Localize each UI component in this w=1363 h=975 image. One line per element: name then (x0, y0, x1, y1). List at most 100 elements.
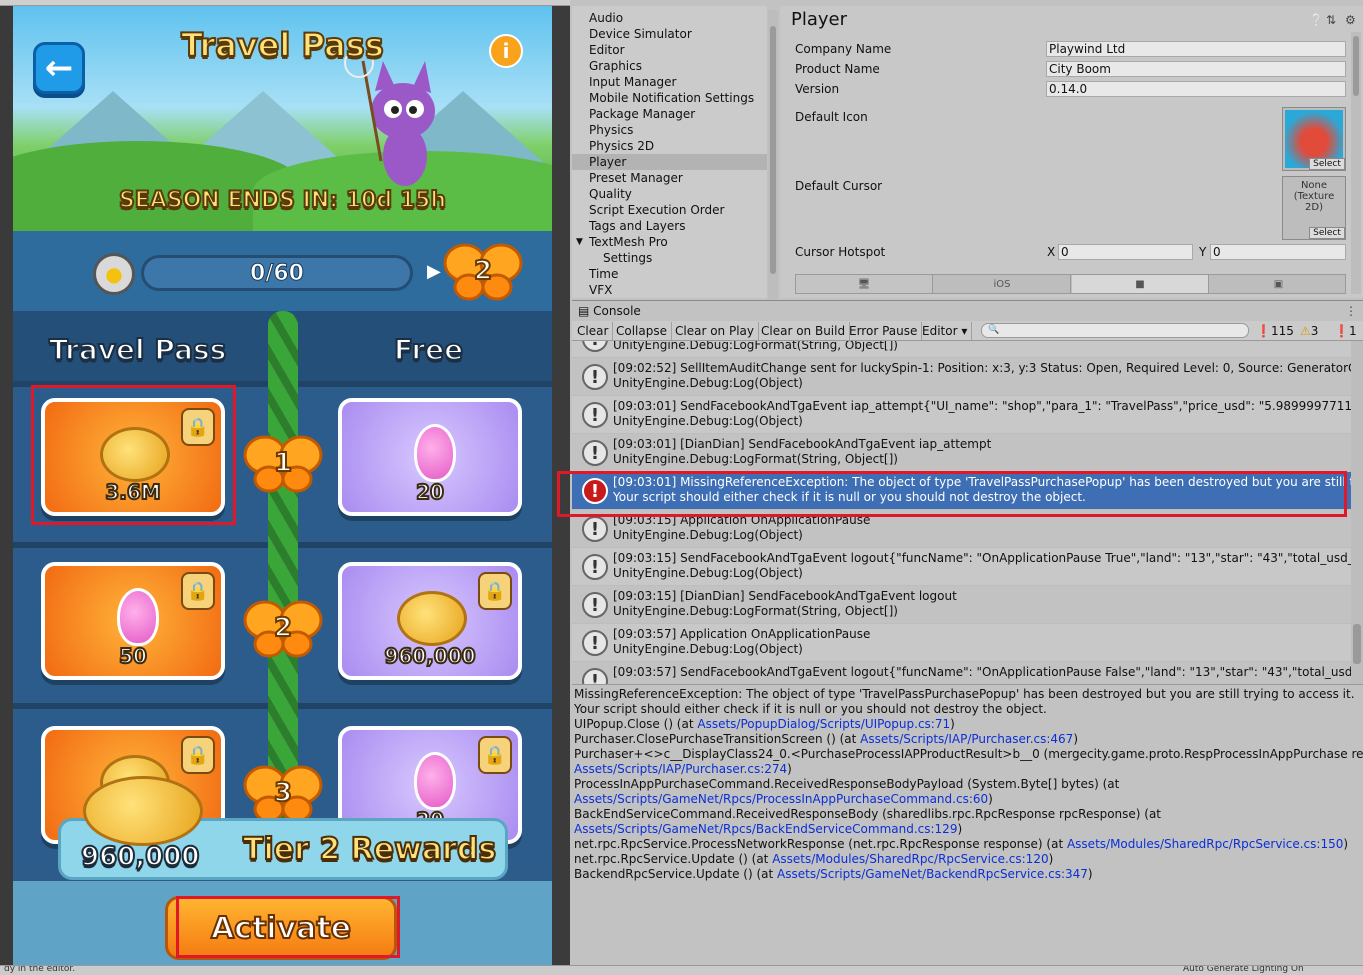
settings-item-time[interactable]: Time (589, 266, 618, 282)
info-icon: i (502, 39, 510, 63)
settings-item-editor[interactable]: Editor (589, 42, 625, 58)
console-menu-icon[interactable]: ⋮ (1345, 304, 1357, 318)
settings-item-graphics[interactable]: Graphics (589, 58, 642, 74)
log-entry[interactable]: ! [09:03:15] SendFacebookAndTgaEvent logo… (572, 548, 1351, 586)
stack-trace-line: ProcessInAppPurchaseCommand.ReceivedResp… (574, 777, 1119, 792)
source-file-link[interactable]: Assets/Scripts/GameNet/Rpcs/BackEndServi… (574, 822, 957, 836)
reward-card-pass-tier-2[interactable]: 🔒 50 (41, 562, 225, 680)
coins-pile-icon (83, 776, 203, 846)
next-tier-butterfly: 2 (443, 239, 523, 303)
clear-on-play-button[interactable]: Clear on Play (671, 322, 759, 340)
source-file-link[interactable]: Assets/Scripts/IAP/Purchaser.cs:274 (574, 762, 787, 776)
log-entry[interactable]: ! [09:02:52] SellItemAuditChange sent for… (572, 358, 1351, 396)
tab-standalone[interactable]: 🖥 (796, 275, 933, 293)
console-search-input[interactable]: 🔍 (981, 323, 1249, 338)
status-message: dy in the editor. (4, 965, 76, 974)
stack-trace-line: Assets/Scripts/GameNet/Rpcs/BackEndServi… (574, 822, 962, 837)
log-entry[interactable]: ! [09:03:57] SendFacebookAndTgaEvent logo… (572, 662, 1351, 684)
error-count[interactable]: ❗1 (1334, 322, 1357, 340)
settings-items: Audio Device Simulator Editor Graphics Input… (572, 10, 767, 298)
settings-item-mobile-notification-settings[interactable]: Mobile Notification Settings (589, 90, 754, 106)
log-message: [09:03:15] SendFacebookAndTgaEvent logou… (613, 551, 1351, 565)
warning-count[interactable]: ⚠3 (1300, 322, 1318, 340)
source-file-link[interactable]: Assets/Scripts/GameNet/Rpcs/ProcessInApp… (574, 792, 988, 806)
stack-trace-text: ) (1073, 732, 1079, 746)
settings-item-quality[interactable]: Quality (589, 186, 632, 202)
settings-item-settings[interactable]: Settings (603, 250, 652, 266)
game-view[interactable]: Travel Pass SEASON ENDS IN: 10d 15h ← i … (13, 6, 552, 966)
log-source: UnityEngine.Debug:LogFormat(String, Obje… (613, 341, 898, 352)
stack-trace-line: BackendRpcService.Update () (at Assets/S… (574, 867, 1093, 882)
settings-item-player[interactable]: Player (572, 154, 767, 170)
column-header-free: Free (393, 332, 464, 367)
settings-item-physics[interactable]: Physics (589, 122, 633, 138)
reward-card-free-tier-1[interactable]: 20 (338, 398, 522, 516)
info-button[interactable]: i (489, 34, 523, 68)
settings-scroll-thumb[interactable] (770, 26, 776, 274)
preset-icon[interactable]: ⇅ (1326, 13, 1336, 27)
stack-trace-text: BackendRpcService.Update () (at (574, 867, 778, 881)
icon-select-button[interactable]: Select (1309, 158, 1345, 170)
editor-dropdown[interactable]: Editor ▾ (918, 322, 973, 340)
source-file-link[interactable]: Assets/Modules/SharedRpc/RpcService.cs:1… (772, 852, 1048, 866)
product-name-label: Product Name (795, 62, 880, 76)
help-icon[interactable]: ❔ (1309, 13, 1324, 27)
source-file-link[interactable]: Assets/Scripts/GameNet/BackendRpcService… (777, 867, 1088, 881)
log-entry[interactable]: ! [09:03:01] [DianDian] SendFacebookAndTg… (572, 434, 1351, 472)
cursor-hotspot-label: Cursor Hotspot (795, 245, 886, 259)
settings-item-textmesh-pro[interactable]: TextMesh Pro (589, 234, 668, 250)
source-file-link[interactable]: Assets/Scripts/IAP/Purchaser.cs:467 (860, 732, 1073, 746)
back-button[interactable]: ← (33, 42, 85, 94)
reward-card-free-tier-2[interactable]: 🔒 960,000 (338, 562, 522, 680)
clear-button[interactable]: Clear (573, 322, 614, 340)
inspector-title: Player (791, 9, 848, 30)
settings-item-package-manager[interactable]: Package Manager (589, 106, 695, 122)
warning-count-value: 3 (1310, 324, 1319, 338)
log-entry[interactable]: ! [09:03:15] [DianDian] SendFacebookAndTg… (572, 586, 1351, 624)
hotspot-x-field[interactable]: 0 (1058, 244, 1193, 260)
default-icon-label: Default Icon (795, 110, 868, 124)
settings-item-vfx[interactable]: VFX (589, 282, 612, 298)
tab-android[interactable]: ■ (1072, 275, 1209, 293)
settings-item-device-simulator[interactable]: Device Simulator (589, 26, 692, 42)
stack-trace-line: Assets/Scripts/IAP/Purchaser.cs:274) (574, 762, 792, 777)
foldout-arrow-icon[interactable]: ▼ (576, 234, 583, 250)
log-entry[interactable]: ! [09:03:57] Application OnApplicationPau… (572, 624, 1351, 662)
highlight-box (557, 471, 1347, 517)
tier-number: 3 (273, 777, 293, 809)
settings-item-tags-and-layers[interactable]: Tags and Layers (589, 218, 685, 234)
back-arrow-icon: ← (44, 48, 74, 88)
clear-on-build-button[interactable]: Clear on Build (757, 322, 851, 340)
inspector-scroll-thumb[interactable] (1353, 36, 1359, 96)
search-icon: 🔍 (988, 325, 1000, 335)
collapse-button[interactable]: Collapse (612, 322, 672, 340)
log-source: UnityEngine.Debug:Log(Object) (613, 642, 803, 656)
version-field[interactable]: 0.14.0 (1046, 81, 1346, 97)
log-info-icon: ! (582, 516, 608, 542)
settings-item-input-manager[interactable]: Input Manager (589, 74, 677, 90)
tab-console[interactable]: ▤ Console (578, 304, 641, 318)
default-cursor-label: Default Cursor (795, 179, 883, 193)
log-message: [09:03:01] [DianDian] SendFacebookAndTga… (613, 437, 992, 451)
settings-item-physics-2d[interactable]: Physics 2D (589, 138, 654, 154)
settings-item-audio[interactable]: Audio (589, 10, 623, 26)
log-count[interactable]: ❗115 (1256, 322, 1294, 340)
settings-item-preset-manager[interactable]: Preset Manager (589, 170, 683, 186)
log-entry[interactable]: ! UnityEngine.Debug:LogFormat(String, Obj… (572, 341, 1351, 358)
default-icon-slot[interactable]: Select (1282, 107, 1346, 171)
gear-icon[interactable]: ⚙ (1345, 13, 1356, 27)
tab-webgl[interactable]: ▣ (1210, 275, 1347, 293)
tab-ios[interactable]: iOS (934, 275, 1071, 293)
cursor-select-button[interactable]: Select (1309, 227, 1345, 239)
company-name-field[interactable]: Playwind Ltd (1046, 41, 1346, 57)
error-pause-button[interactable]: Error Pause (845, 322, 923, 340)
log-source: UnityEngine.Debug:LogFormat(String, Obje… (613, 604, 898, 618)
source-file-link[interactable]: Assets/Modules/SharedRpc/RpcService.cs:1… (1067, 837, 1343, 851)
product-name-field[interactable]: City Boom (1046, 61, 1346, 77)
stack-trace-text: ) (950, 717, 955, 731)
hotspot-y-field[interactable]: 0 (1210, 244, 1346, 260)
log-entry[interactable]: ! [09:03:01] SendFacebookAndTgaEvent iap_… (572, 396, 1351, 434)
settings-item-script-execution-order[interactable]: Script Execution Order (589, 202, 724, 218)
source-file-link[interactable]: Assets/PopupDialog/Scripts/UIPopup.cs:71 (697, 717, 950, 731)
console-scroll-thumb[interactable] (1353, 624, 1361, 664)
